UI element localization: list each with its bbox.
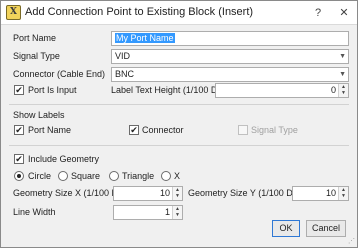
connector-value: BNC: [115, 69, 135, 79]
shape-circle-label: Circle: [28, 171, 52, 181]
geometry-size-y-value: 10: [325, 188, 336, 198]
port-name-input[interactable]: My Port Name: [111, 31, 349, 46]
spin-buttons[interactable]: ▲ ▼: [172, 206, 182, 219]
shape-circle-radio[interactable]: [14, 171, 24, 181]
resize-grip-icon[interactable]: ⋰: [348, 237, 355, 245]
separator: [9, 104, 349, 105]
port-name-value: My Port Name: [115, 33, 175, 43]
geometry-size-x-value: 10: [159, 188, 170, 198]
title-bar[interactable]: X Add Connection Point to Existing Block…: [1, 1, 357, 25]
port-name-label: Port Name: [13, 33, 57, 43]
connector-select[interactable]: BNC ▼: [111, 67, 349, 82]
line-width-value: 1: [164, 207, 170, 217]
spin-buttons[interactable]: ▲ ▼: [172, 187, 182, 200]
shape-triangle-label: Triangle: [122, 171, 155, 181]
show-signal-type-label: Signal Type: [251, 125, 298, 135]
shape-square-radio[interactable]: [58, 171, 68, 181]
show-connector-label: Connector: [142, 125, 184, 135]
chevron-down-icon: ▼: [339, 71, 346, 78]
cancel-button[interactable]: Cancel: [306, 220, 346, 237]
line-width-label: Line Width: [13, 207, 56, 217]
port-is-input-checkbox[interactable]: ✔: [14, 85, 24, 95]
app-icon: X: [6, 5, 21, 20]
show-signal-type-checkbox[interactable]: [238, 125, 248, 135]
dialog-title: Add Connection Point to Existing Block (…: [25, 6, 254, 18]
chevron-down-icon: ▼: [339, 53, 346, 60]
include-geometry-checkbox[interactable]: ✔: [14, 154, 24, 164]
label-text-height-label: Label Text Height (1/100 DU): [111, 85, 227, 95]
dialog-window: X Add Connection Point to Existing Block…: [0, 0, 358, 248]
port-is-input-label: Port Is Input: [28, 85, 77, 95]
shape-x-label: X: [174, 171, 181, 181]
line-width-spinbox[interactable]: 1 ▲ ▼: [113, 205, 183, 220]
spin-down-icon[interactable]: ▼: [173, 193, 182, 199]
include-geometry-label: Include Geometry: [28, 154, 100, 164]
help-button[interactable]: ?: [309, 4, 327, 22]
show-port-name-checkbox[interactable]: ✔: [14, 125, 24, 135]
spin-buttons[interactable]: ▲ ▼: [338, 187, 348, 200]
signal-type-value: VID: [115, 51, 131, 61]
shape-triangle-radio[interactable]: [109, 171, 119, 181]
label-text-height-value: 0: [330, 85, 336, 95]
connector-label: Connector (Cable End): [13, 69, 106, 79]
shape-square-label: Square: [71, 171, 101, 181]
ok-button[interactable]: OK: [272, 220, 300, 237]
close-button[interactable]: ✕: [335, 4, 353, 22]
spin-buttons[interactable]: ▲ ▼: [338, 84, 348, 97]
show-connector-checkbox[interactable]: ✔: [129, 125, 139, 135]
separator: [9, 145, 349, 146]
spin-down-icon[interactable]: ▼: [339, 90, 348, 96]
shape-x-radio[interactable]: [161, 171, 171, 181]
signal-type-label: Signal Type: [13, 51, 60, 61]
spin-down-icon[interactable]: ▼: [173, 212, 182, 218]
geometry-size-y-spinbox[interactable]: 10 ▲ ▼: [292, 186, 349, 201]
show-port-name-label: Port Name: [28, 125, 72, 135]
show-labels-heading: Show Labels: [13, 110, 65, 120]
spin-down-icon[interactable]: ▼: [339, 193, 348, 199]
label-text-height-spinbox[interactable]: 0 ▲ ▼: [215, 83, 349, 98]
signal-type-select[interactable]: VID ▼: [111, 49, 349, 64]
geometry-size-y-label: Geometry Size Y (1/100 DU): [188, 188, 303, 198]
geometry-size-x-label: Geometry Size X (1/100 DU): [13, 188, 128, 198]
geometry-size-x-spinbox[interactable]: 10 ▲ ▼: [113, 186, 183, 201]
